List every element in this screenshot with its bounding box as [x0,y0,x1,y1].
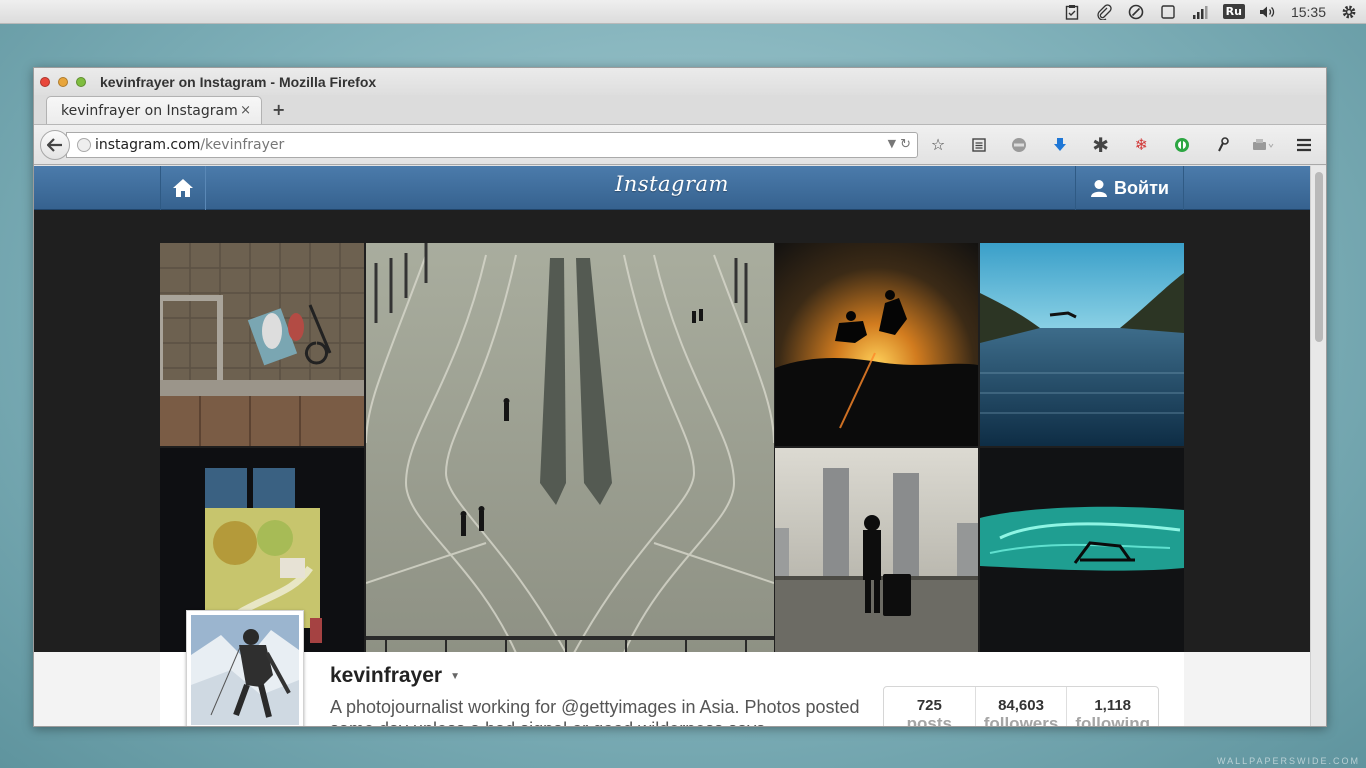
new-tab-button[interactable]: + [272,100,285,119]
stat-followers-value: 84,603 [998,697,1044,714]
window-icon[interactable] [1159,3,1177,21]
menu-icon[interactable] [1292,133,1316,157]
profile-stats: 725 posts 84,603 followers 1,118 followi… [883,686,1159,727]
clock[interactable]: 15:35 [1291,4,1326,20]
user-icon [1091,180,1108,197]
stat-posts-value: 725 [916,697,942,714]
tab-bar: kevinfrayer on Instagram × + [34,95,1326,125]
photo-tile-rooftop[interactable] [160,243,364,446]
back-button[interactable] [40,129,70,160]
stat-following-label: following [1075,714,1150,727]
toolbar-icons: ☆ ✱ ❄ [926,133,1320,157]
chevron-down-icon[interactable]: ▼ [450,671,460,682]
asterisk-icon[interactable]: ✱ [1089,133,1113,157]
volume-icon[interactable] [1259,3,1277,21]
username-text: kevinfrayer [330,664,443,687]
scrollbar-thumb[interactable] [1315,172,1323,342]
tab-label: kevinfrayer on Instagram [61,102,238,119]
firefox-window: kevinfrayer on Instagram - Mozilla Firef… [33,67,1327,727]
stat-following-value: 1,118 [1094,697,1132,714]
photo-tile-neon-water[interactable] [980,448,1184,653]
bookmarks-menu-icon[interactable] [967,133,991,157]
profile-bio: A photojournalist working for @gettyimag… [330,697,860,726]
addon-grey-icon[interactable] [1007,133,1031,157]
photo-grid [160,243,1184,653]
profile-username[interactable]: kevinfrayer ▼ [330,664,460,688]
photo-tile-towers[interactable] [775,448,978,653]
back-arrow-icon [47,137,62,152]
power-addon-icon[interactable] [1170,133,1194,157]
page-scrollbar[interactable] [1310,166,1326,726]
download-icon[interactable] [1048,133,1072,157]
paperclip-icon[interactable] [1095,3,1113,21]
stat-following[interactable]: 1,118 following [1067,687,1158,727]
window-titlebar: kevinfrayer on Instagram - Mozilla Firef… [34,68,1326,95]
tab-close-icon[interactable]: × [240,103,251,118]
tool-addon-icon[interactable] [1211,133,1235,157]
gear-icon[interactable] [1340,3,1358,21]
photo-tile-plaza[interactable] [366,243,774,653]
stat-followers[interactable]: 84,603 followers [976,687,1068,727]
page-viewport: Instagram Войти kevinfrayer ▼ A photojou… [34,166,1310,727]
system-panel: Ru 15:35 [0,0,1366,24]
bookmark-star-icon[interactable]: ☆ [926,133,950,157]
window-maximize-button[interactable] [76,76,86,87]
signal-icon[interactable] [1191,3,1209,21]
url-bar[interactable]: instagram.com/kevinfrayer ▼ ↻ [66,131,918,158]
site-identity-icon[interactable] [77,137,91,152]
navigation-toolbar: instagram.com/kevinfrayer ▼ ↻ ☆ ✱ ❄ [34,125,1326,165]
language-indicator[interactable]: Ru [1222,4,1245,19]
url-domain: instagram.com [95,136,201,153]
tab-kevinfrayer[interactable]: kevinfrayer on Instagram × [46,96,262,124]
window-close-button[interactable] [40,76,50,87]
url-history-dropdown-icon[interactable]: ▼ [888,137,896,152]
login-label: Войти [1114,177,1169,198]
stat-posts-label: posts [906,714,952,727]
clipboard-icon[interactable] [1063,3,1081,21]
stat-posts[interactable]: 725 posts [884,687,976,727]
url-path: /kevinfrayer [200,136,285,153]
window-title: kevinfrayer on Instagram - Mozilla Firef… [100,73,377,90]
instagram-header: Instagram Войти [34,166,1310,210]
login-button[interactable]: Войти [1075,166,1184,210]
snowflake-icon[interactable]: ❄ [1129,133,1153,157]
window-minimize-button[interactable] [58,76,68,87]
print-icon[interactable] [1251,133,1275,157]
photo-tile-lake-dive[interactable] [980,243,1184,446]
photo-tile-sunset-jump[interactable] [775,243,978,446]
profile-avatar[interactable] [186,610,304,726]
sync-icon[interactable] [1127,3,1145,21]
reload-icon[interactable]: ↻ [900,137,911,152]
stat-followers-label: followers [983,714,1059,727]
watermark: WALLPAPERSWIDE.COM [1216,756,1360,766]
photo-band [34,210,1310,653]
